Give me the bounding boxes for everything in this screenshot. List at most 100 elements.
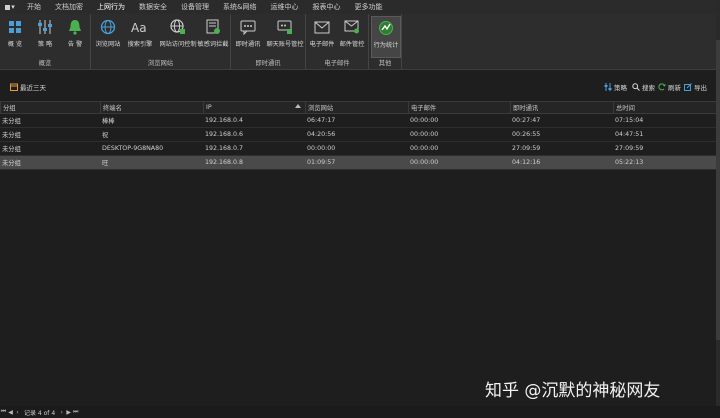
table-cell: 00:26:55 bbox=[512, 131, 541, 138]
table-cell: 04:20:56 bbox=[307, 131, 336, 138]
ribbon-group-email: 电子邮件 邮件管控 电子邮件 bbox=[306, 14, 369, 69]
menu-tab-5[interactable]: 系统&网络 bbox=[216, 0, 263, 14]
alert-label: 告 警 bbox=[67, 41, 83, 48]
table-cell: 00:00:00 bbox=[410, 117, 439, 124]
menu-tab-3[interactable]: 数据安全 bbox=[132, 0, 174, 14]
table-cell: 01:09:57 bbox=[307, 159, 336, 166]
ribbon-group-overview: 概 览 策 略 告 警 概览 bbox=[0, 14, 91, 69]
table-row[interactable]: 未分组 祝 192.168.0.6 04:20:56 00:00:00 00:26:55 0… bbox=[0, 128, 716, 142]
menu-tab-7[interactable]: 报表中心 bbox=[305, 0, 347, 14]
table-cell: 00:00:00 bbox=[410, 145, 439, 152]
table-cell: 04:47:51 bbox=[615, 131, 644, 138]
table-cell: 未分组 bbox=[2, 146, 21, 153]
stats-icon bbox=[377, 19, 395, 37]
group-label-im: 即时通讯 bbox=[255, 60, 281, 67]
search-toolbar-button[interactable]: 搜索 bbox=[632, 78, 655, 96]
table-cell: 未分组 bbox=[2, 160, 21, 167]
email-button[interactable]: 电子邮件 bbox=[308, 16, 336, 56]
column-header-2[interactable]: IP bbox=[203, 102, 305, 113]
table-cell: 00:00:00 bbox=[410, 131, 439, 138]
column-header-0[interactable]: 分组 bbox=[0, 102, 100, 113]
instant-messaging-label: 即时通讯 bbox=[235, 41, 261, 48]
search-engine-label: 搜索引擎 bbox=[127, 41, 153, 48]
group-label-overview: 概览 bbox=[38, 60, 52, 67]
menu-tab-0[interactable]: 开始 bbox=[20, 0, 48, 14]
export-toolbar-label: 导出 bbox=[694, 84, 707, 92]
menu-tab-6[interactable]: 运维中心 bbox=[263, 0, 305, 14]
app-menu-button[interactable]: ▾ bbox=[0, 0, 20, 14]
table-row[interactable]: 未分组 棒棒 192.168.0.4 06:47:17 00:00:00 00:27:47… bbox=[0, 114, 716, 128]
next-page-icon[interactable]: ▶ bbox=[65, 408, 72, 416]
website-access-control-button[interactable]: 网站访问控制 bbox=[159, 16, 197, 56]
website-access-control-label: 网站访问控制 bbox=[159, 41, 197, 48]
column-header-label: 即时通讯 bbox=[513, 105, 539, 112]
behavior-stats-label: 行为统计 bbox=[373, 42, 399, 49]
prev-page-icon[interactable]: ◀ bbox=[7, 408, 14, 416]
table-cell: 27:09:59 bbox=[512, 145, 541, 152]
table-cell: 00:27:47 bbox=[512, 117, 541, 124]
svg-text:Aa: Aa bbox=[131, 21, 147, 34]
alert-button[interactable]: 告 警 bbox=[64, 16, 86, 56]
table-cell: 192.168.0.7 bbox=[205, 145, 244, 152]
menu-tab-8[interactable]: 更多功能 bbox=[347, 0, 389, 14]
ribbon-group-im: 即时通讯 聊天账号管控 即时通讯 bbox=[231, 14, 306, 69]
search-toolbar-label: 搜索 bbox=[642, 84, 655, 92]
column-header-4[interactable]: 电子邮件 bbox=[408, 102, 510, 113]
table-cell: 192.168.0.4 bbox=[205, 117, 244, 124]
scrollbar-thumb[interactable] bbox=[716, 40, 720, 340]
table-cell: 27:09:59 bbox=[615, 145, 644, 152]
vertical-scrollbar[interactable] bbox=[716, 0, 720, 418]
globe-lock-icon bbox=[169, 18, 187, 36]
chat-account-control-label: 聊天账号管控 bbox=[266, 41, 304, 48]
search-engine-button[interactable]: Aa 搜索引擎 bbox=[127, 16, 153, 56]
table-cell: 192.168.0.6 bbox=[205, 131, 244, 138]
column-header-1[interactable]: 终端名 bbox=[100, 102, 203, 113]
sensitive-word-block-button[interactable]: 敏感词拦截 bbox=[198, 16, 228, 56]
status-bar: ⏮ ◀ ‹ 记录 4 of 4 › ▶ ⏭ bbox=[0, 406, 720, 418]
behavior-stats-button[interactable]: 行为统计 bbox=[371, 16, 401, 58]
column-header-3[interactable]: 浏览网站 bbox=[305, 102, 408, 113]
refresh-toolbar-button[interactable]: 刷新 bbox=[658, 78, 681, 96]
table-row[interactable]: 未分组 旺 192.168.0.8 01:09:57 00:00:00 04:12:16 0… bbox=[0, 156, 716, 170]
grid-header: 分组 终端名 IP 浏览网站 电子邮件 即时通讯 总时间 bbox=[0, 101, 716, 114]
overview-button[interactable]: 概 览 bbox=[4, 16, 26, 56]
table-row[interactable]: 未分组 DESKTOP-9G8NA80 192.168.0.7 00:00:00 00:… bbox=[0, 142, 716, 156]
email-control-button[interactable]: 邮件管控 bbox=[338, 16, 366, 56]
app-grid-icon bbox=[5, 4, 11, 10]
menu-tab-1[interactable]: 文档加密 bbox=[48, 0, 90, 14]
date-range-button[interactable]: 最近三天 bbox=[10, 78, 46, 96]
mail-control-icon bbox=[343, 18, 361, 36]
column-header-6[interactable]: 总时间 bbox=[613, 102, 716, 113]
prev-record-icon[interactable]: ‹ bbox=[14, 408, 21, 416]
instant-messaging-button[interactable]: 即时通讯 bbox=[234, 16, 262, 56]
sensitive-word-block-label: 敏感词拦截 bbox=[197, 41, 229, 48]
browse-website-button[interactable]: 浏览网站 bbox=[95, 16, 121, 56]
group-label-other: 其他 bbox=[378, 60, 392, 67]
chat-icon bbox=[239, 18, 257, 36]
last-page-icon[interactable]: ⏭ bbox=[72, 408, 79, 416]
first-page-icon[interactable]: ⏮ bbox=[0, 408, 7, 416]
refresh-icon bbox=[658, 83, 666, 91]
menu-tab-2[interactable]: 上网行为 bbox=[90, 0, 132, 15]
sort-ascending-icon bbox=[295, 104, 301, 108]
table-cell: 未分组 bbox=[2, 132, 21, 139]
menu-tab-4[interactable]: 设备管理 bbox=[174, 0, 216, 14]
column-header-label: 电子邮件 bbox=[411, 105, 437, 112]
globe-icon bbox=[99, 18, 117, 36]
data-grid: 分组 终端名 IP 浏览网站 电子邮件 即时通讯 总时间 未分组 棒棒 192.168.0.4 0… bbox=[0, 101, 716, 170]
column-header-label: 终端名 bbox=[103, 105, 122, 112]
next-record-icon[interactable]: › bbox=[58, 408, 65, 416]
table-cell: 00:00:00 bbox=[307, 145, 336, 152]
table-cell: 04:12:16 bbox=[512, 159, 541, 166]
chevron-down-icon: ▾ bbox=[11, 3, 15, 11]
refresh-toolbar-label: 刷新 bbox=[668, 84, 681, 92]
strategy-toolbar-button[interactable]: 策略 bbox=[604, 78, 627, 96]
chat-account-control-button[interactable]: 聊天账号管控 bbox=[266, 16, 304, 56]
strategy-button[interactable]: 策 略 bbox=[34, 16, 56, 56]
table-cell: 192.168.0.8 bbox=[205, 159, 244, 166]
export-toolbar-button[interactable]: 导出 bbox=[684, 78, 707, 96]
sliders-small-icon bbox=[604, 83, 612, 91]
menu-bar: ▾ 开始 文档加密 上网行为 数据安全 设备管理 系统&网络 运维中心 报表中心 更多功能 bbox=[0, 0, 720, 15]
column-header-5[interactable]: 即时通讯 bbox=[510, 102, 613, 113]
table-cell: 06:47:17 bbox=[307, 117, 336, 124]
